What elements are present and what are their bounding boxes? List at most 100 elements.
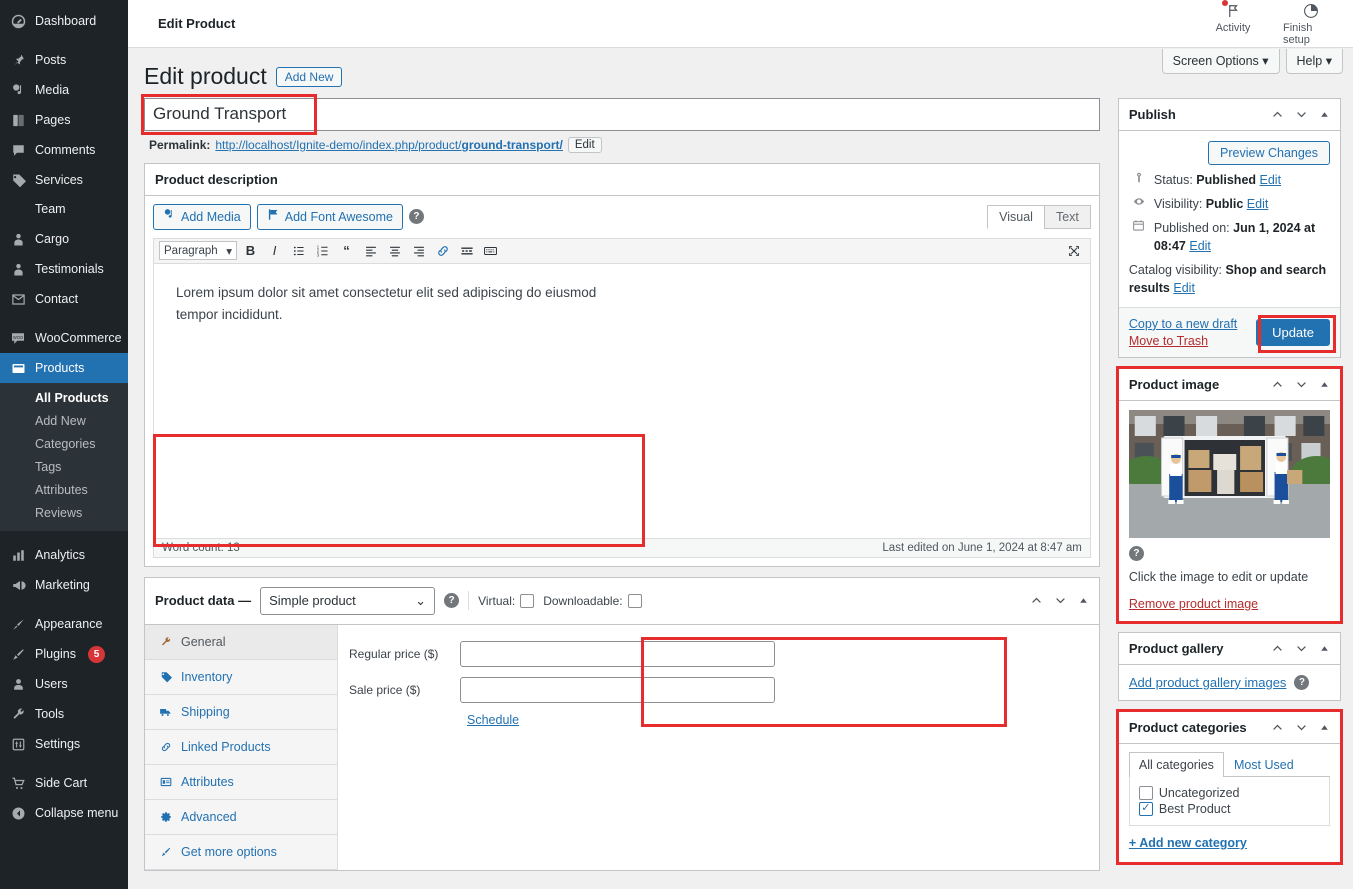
- sale-price-input[interactable]: [460, 676, 775, 703]
- visibility-edit-link[interactable]: Edit: [1247, 197, 1269, 211]
- keyboard-shortcuts-icon[interactable]: [480, 241, 501, 260]
- activity-button[interactable]: Activity: [1205, 0, 1261, 34]
- category-checkbox-checked[interactable]: ✓: [1138, 801, 1153, 816]
- sidebar-item-team[interactable]: Team: [0, 195, 128, 224]
- bulleted-list-icon[interactable]: [288, 241, 309, 260]
- sidebar-item-contact[interactable]: Contact: [0, 284, 128, 314]
- pd-tab-linked-products[interactable]: Linked Products: [145, 730, 337, 765]
- numbered-list-icon[interactable]: 123: [312, 241, 333, 260]
- virtual-checkbox[interactable]: [520, 593, 535, 608]
- sidebar-subitem-tags[interactable]: Tags: [0, 456, 128, 479]
- pd-tab-general[interactable]: General: [145, 624, 337, 660]
- help-icon[interactable]: ?: [408, 209, 424, 225]
- pd-tab-shipping[interactable]: Shipping: [145, 695, 337, 730]
- pd-tab-get-more-options[interactable]: Get more options: [145, 835, 337, 870]
- sidebar-item-tools[interactable]: Tools: [0, 699, 128, 729]
- sidebar-item-dashboard[interactable]: Dashboard: [0, 6, 128, 36]
- sidebar-item-collapse-menu[interactable]: Collapse menu: [0, 798, 128, 828]
- add-font-awesome-button[interactable]: Add Font Awesome: [256, 203, 403, 230]
- sidebar-item-posts[interactable]: Posts: [0, 45, 128, 75]
- sidebar-item-side-cart[interactable]: Side Cart: [0, 768, 128, 798]
- published-edit-link[interactable]: Edit: [1189, 239, 1211, 253]
- help-icon[interactable]: ?: [1128, 545, 1144, 561]
- sidebar-item-analytics[interactable]: Analytics: [0, 540, 128, 570]
- downloadable-checkbox-group[interactable]: Downloadable:: [543, 593, 642, 608]
- sidebar-subitem-reviews[interactable]: Reviews: [0, 502, 128, 525]
- move-up-icon[interactable]: [1271, 108, 1284, 121]
- align-center-icon[interactable]: [384, 241, 405, 260]
- regular-price-input[interactable]: [460, 640, 775, 667]
- add-product-gallery-images-link[interactable]: Add product gallery images: [1129, 675, 1287, 690]
- help-icon[interactable]: ?: [444, 593, 460, 609]
- category-item-uncategorized[interactable]: Uncategorized: [1138, 785, 1320, 801]
- finish-setup-button[interactable]: Finish setup: [1283, 1, 1339, 46]
- fullscreen-icon[interactable]: [1064, 241, 1085, 260]
- sidebar-subitem-attributes[interactable]: Attributes: [0, 479, 128, 502]
- sidebar-item-pages[interactable]: Pages: [0, 105, 128, 135]
- sidebar-item-appearance[interactable]: Appearance: [0, 609, 128, 639]
- move-to-trash-link[interactable]: Move to Trash: [1129, 334, 1237, 348]
- align-left-icon[interactable]: [360, 241, 381, 260]
- toggle-panel-icon[interactable]: [1319, 643, 1330, 654]
- sidebar-item-plugins[interactable]: Plugins 5: [0, 639, 128, 669]
- tab-text[interactable]: Text: [1043, 204, 1091, 229]
- virtual-checkbox-group[interactable]: Virtual:: [478, 593, 535, 608]
- sidebar-subitem-add-new[interactable]: Add New: [0, 410, 128, 433]
- schedule-sale-link[interactable]: Schedule: [467, 713, 1099, 727]
- downloadable-checkbox[interactable]: [627, 593, 642, 608]
- help-button[interactable]: Help ▾: [1285, 49, 1343, 74]
- move-up-icon[interactable]: [1271, 721, 1284, 734]
- move-up-icon[interactable]: [1271, 642, 1284, 655]
- sidebar-item-marketing[interactable]: Marketing: [0, 570, 128, 600]
- pd-tab-inventory[interactable]: Inventory: [145, 660, 337, 695]
- sidebar-item-settings[interactable]: Settings: [0, 729, 128, 759]
- tab-all-categories[interactable]: All categories: [1128, 751, 1224, 777]
- product-type-select[interactable]: Simple product ⌄: [260, 586, 436, 615]
- move-down-icon[interactable]: [1054, 594, 1067, 607]
- toggle-panel-icon[interactable]: [1078, 595, 1089, 606]
- sidebar-item-services[interactable]: Services: [0, 165, 128, 195]
- link-icon[interactable]: [432, 241, 453, 260]
- permalink-edit-button[interactable]: Edit: [567, 136, 602, 153]
- toggle-panel-icon[interactable]: [1319, 379, 1330, 390]
- toggle-panel-icon[interactable]: [1319, 722, 1330, 733]
- category-checkbox[interactable]: [1138, 785, 1153, 800]
- move-up-icon[interactable]: [1271, 378, 1284, 391]
- move-down-icon[interactable]: [1295, 721, 1308, 734]
- add-new-button[interactable]: Add New: [275, 66, 343, 87]
- sidebar-item-users[interactable]: Users: [0, 669, 128, 699]
- category-item-best-product[interactable]: ✓ Best Product: [1138, 801, 1320, 817]
- product-title-input[interactable]: [144, 97, 1100, 131]
- pd-tab-attributes[interactable]: Attributes: [145, 765, 337, 800]
- copy-to-new-draft-link[interactable]: Copy to a new draft: [1129, 317, 1237, 331]
- catalog-edit-link[interactable]: Edit: [1173, 281, 1195, 295]
- sidebar-item-woocommerce[interactable]: WOO WooCommerce: [0, 323, 128, 353]
- sidebar-item-testimonials[interactable]: Testimonials: [0, 254, 128, 284]
- sidebar-subitem-categories[interactable]: Categories: [0, 433, 128, 456]
- sidebar-item-comments[interactable]: Comments: [0, 135, 128, 165]
- add-new-category-link[interactable]: + Add new category: [1129, 836, 1247, 850]
- product-featured-image[interactable]: [1128, 409, 1330, 538]
- tab-visual[interactable]: Visual: [987, 204, 1045, 229]
- read-more-icon[interactable]: [456, 241, 477, 260]
- move-down-icon[interactable]: [1295, 108, 1308, 121]
- tab-most-used[interactable]: Most Used: [1224, 752, 1304, 777]
- remove-product-image-link[interactable]: Remove product image: [1129, 597, 1258, 611]
- blockquote-icon[interactable]: “: [336, 241, 357, 260]
- preview-changes-button[interactable]: Preview Changes: [1208, 140, 1330, 165]
- sidebar-subitem-all-products[interactable]: All Products: [0, 387, 128, 410]
- paragraph-format-select[interactable]: Paragraph ▾: [159, 241, 237, 261]
- sidebar-item-cargo[interactable]: Cargo: [0, 224, 128, 254]
- sidebar-item-products[interactable]: Products: [0, 353, 128, 383]
- help-icon[interactable]: ?: [1294, 674, 1310, 690]
- permalink-url[interactable]: http://localhost/Ignite-demo/index.php/p…: [215, 138, 562, 152]
- move-down-icon[interactable]: [1295, 642, 1308, 655]
- bold-icon[interactable]: B: [240, 241, 261, 260]
- editor-content-area[interactable]: Lorem ipsum dolor sit amet consectetur e…: [153, 263, 1091, 539]
- update-button[interactable]: Update: [1256, 318, 1330, 346]
- italic-icon[interactable]: I: [264, 241, 285, 260]
- status-edit-link[interactable]: Edit: [1260, 173, 1282, 187]
- add-media-button[interactable]: Add Media: [153, 203, 251, 230]
- align-right-icon[interactable]: [408, 241, 429, 260]
- pd-tab-advanced[interactable]: Advanced: [145, 800, 337, 835]
